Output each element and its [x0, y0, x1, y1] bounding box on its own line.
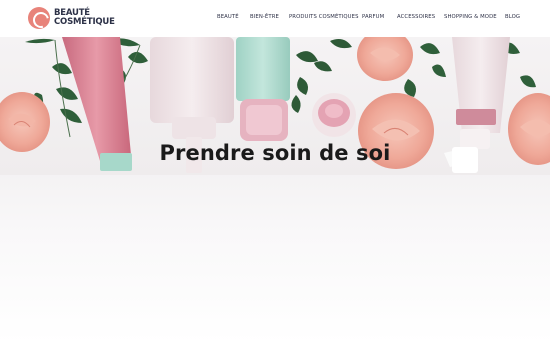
nav-item-produits-cosmetiques[interactable]: PRODUITS COSMÉTIQUES [289, 14, 359, 20]
nav-item-beaute[interactable]: BEAUTÉ [217, 14, 239, 20]
nav-item-blog[interactable]: BLOG [505, 14, 520, 20]
mint-tube [236, 37, 290, 141]
nav-item-shopping-mode[interactable]: SHOPPING & MODE [444, 14, 497, 20]
nav-item-parfum[interactable]: PARFUM [362, 14, 384, 20]
brand-name-line2: COSMÉTIQUE [54, 17, 115, 27]
rose-top-center [357, 37, 413, 81]
nav-item-bien-etre[interactable]: BIEN-ÊTRE [250, 14, 279, 20]
brand-name: BEAUTÉ COSMÉTIQUE [54, 9, 115, 27]
hero-fade-background [0, 160, 550, 344]
site-header: BEAUTÉ COSMÉTIQUE BEAUTÉ BIEN-ÊTRE PRODU… [0, 0, 550, 37]
site-logo[interactable]: BEAUTÉ COSMÉTIQUE [28, 7, 115, 29]
nav-item-accessoires[interactable]: ACCESSOIRES [397, 14, 435, 20]
brand-logo-icon [28, 7, 50, 29]
hero-title: Prendre soin de soi [159, 141, 391, 165]
cream-jar [312, 93, 356, 137]
